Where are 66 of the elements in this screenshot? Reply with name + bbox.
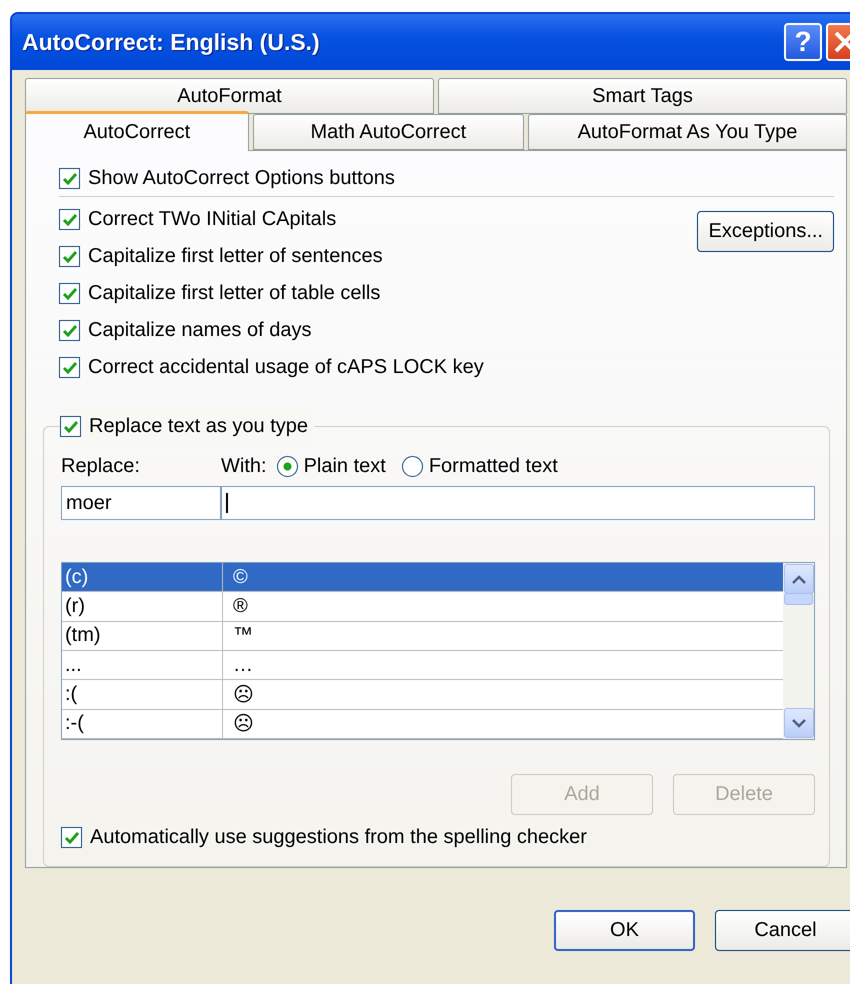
- checkbox-label: Correct TWo INitial CApitals: [88, 208, 336, 231]
- window-title: AutoCorrect: English (U.S.): [22, 28, 321, 56]
- radio-label: Plain text: [304, 454, 386, 478]
- check-icon: [62, 288, 76, 300]
- checkbox-label: Correct accidental usage of cAPS LOCK key: [88, 356, 484, 379]
- table-cell: ...: [62, 650, 223, 680]
- with-label: With:: [221, 454, 267, 478]
- tab[interactable]: Smart Tags: [438, 78, 847, 114]
- replace-field[interactable]: moer: [61, 486, 221, 520]
- list-row[interactable]: :( ☹: [62, 680, 783, 710]
- check-icon: [62, 214, 76, 226]
- with-field[interactable]: [221, 486, 815, 520]
- list-row[interactable]: (c) ©: [62, 563, 783, 592]
- checkbox-label: Capitalize first letter of sentences: [88, 245, 383, 268]
- checkbox[interactable]: [59, 209, 80, 230]
- checkbox-label: Replace text as you type: [89, 415, 308, 438]
- check-icon: [64, 832, 78, 844]
- check-icon: [64, 420, 78, 432]
- radio-label: Formatted text: [428, 454, 558, 478]
- scroll-up-icon[interactable]: [784, 564, 814, 594]
- scrollbar[interactable]: [783, 563, 814, 739]
- cancel-button[interactable]: Cancel: [715, 910, 850, 951]
- table-cell-text: ☹: [232, 682, 255, 708]
- table-cell: (r): [62, 592, 223, 621]
- radio-button[interactable]: [276, 456, 298, 476]
- table-cell-text: …: [232, 652, 254, 678]
- help-button[interactable]: ?: [784, 23, 822, 61]
- ok-button[interactable]: OK: [554, 910, 695, 951]
- check-icon: [62, 324, 76, 336]
- exceptions-button[interactable]: Exceptions...: [697, 211, 834, 252]
- checkbox[interactable]: [59, 246, 80, 267]
- table-cell-text: ®: [232, 594, 249, 619]
- list-row[interactable]: (tm) ™: [62, 622, 783, 651]
- checkbox[interactable]: [59, 320, 80, 341]
- tab[interactable]: AutoCorrect: [25, 111, 249, 151]
- radio-button[interactable]: [402, 456, 423, 476]
- table-cell-text: ☹: [232, 712, 255, 738]
- tab[interactable]: AutoFormat: [25, 78, 434, 114]
- checkbox-label: Show AutoCorrect Options buttons: [88, 167, 395, 190]
- checkbox-label: Capitalize names of days: [88, 319, 312, 342]
- checkbox-label: Capitalize first letter of table cells: [88, 282, 380, 305]
- tab[interactable]: Math AutoCorrect: [252, 114, 524, 150]
- replace-label: Replace:: [61, 454, 141, 478]
- check-icon: [62, 172, 76, 185]
- list-row[interactable]: ... …: [62, 650, 783, 680]
- scroll-thumb[interactable]: [784, 593, 813, 605]
- checkbox[interactable]: [61, 827, 82, 848]
- table-cell-text: ©: [232, 564, 249, 590]
- table-cell: :(: [62, 680, 223, 709]
- radio-dot-icon: [282, 462, 292, 470]
- check-icon: [62, 250, 76, 262]
- tab[interactable]: AutoFormat As You Type: [528, 114, 847, 150]
- check-icon: [62, 362, 76, 374]
- list-row[interactable]: (r) ®: [62, 592, 783, 622]
- list-row[interactable]: :-( ☹: [62, 710, 783, 739]
- checkbox[interactable]: [59, 283, 80, 304]
- scroll-down-icon[interactable]: [784, 708, 814, 738]
- checkbox[interactable]: [59, 168, 80, 190]
- checkbox-label: Automatically use suggestions from the spelling checker: [90, 826, 587, 849]
- close-icon: [833, 30, 850, 54]
- checkbox[interactable]: [60, 416, 81, 437]
- checkbox[interactable]: [59, 357, 80, 378]
- table-cell: :-(: [62, 710, 223, 738]
- table-cell: (tm): [62, 622, 223, 650]
- table-cell: (c): [62, 563, 223, 592]
- table-cell-text: ™: [232, 623, 254, 648]
